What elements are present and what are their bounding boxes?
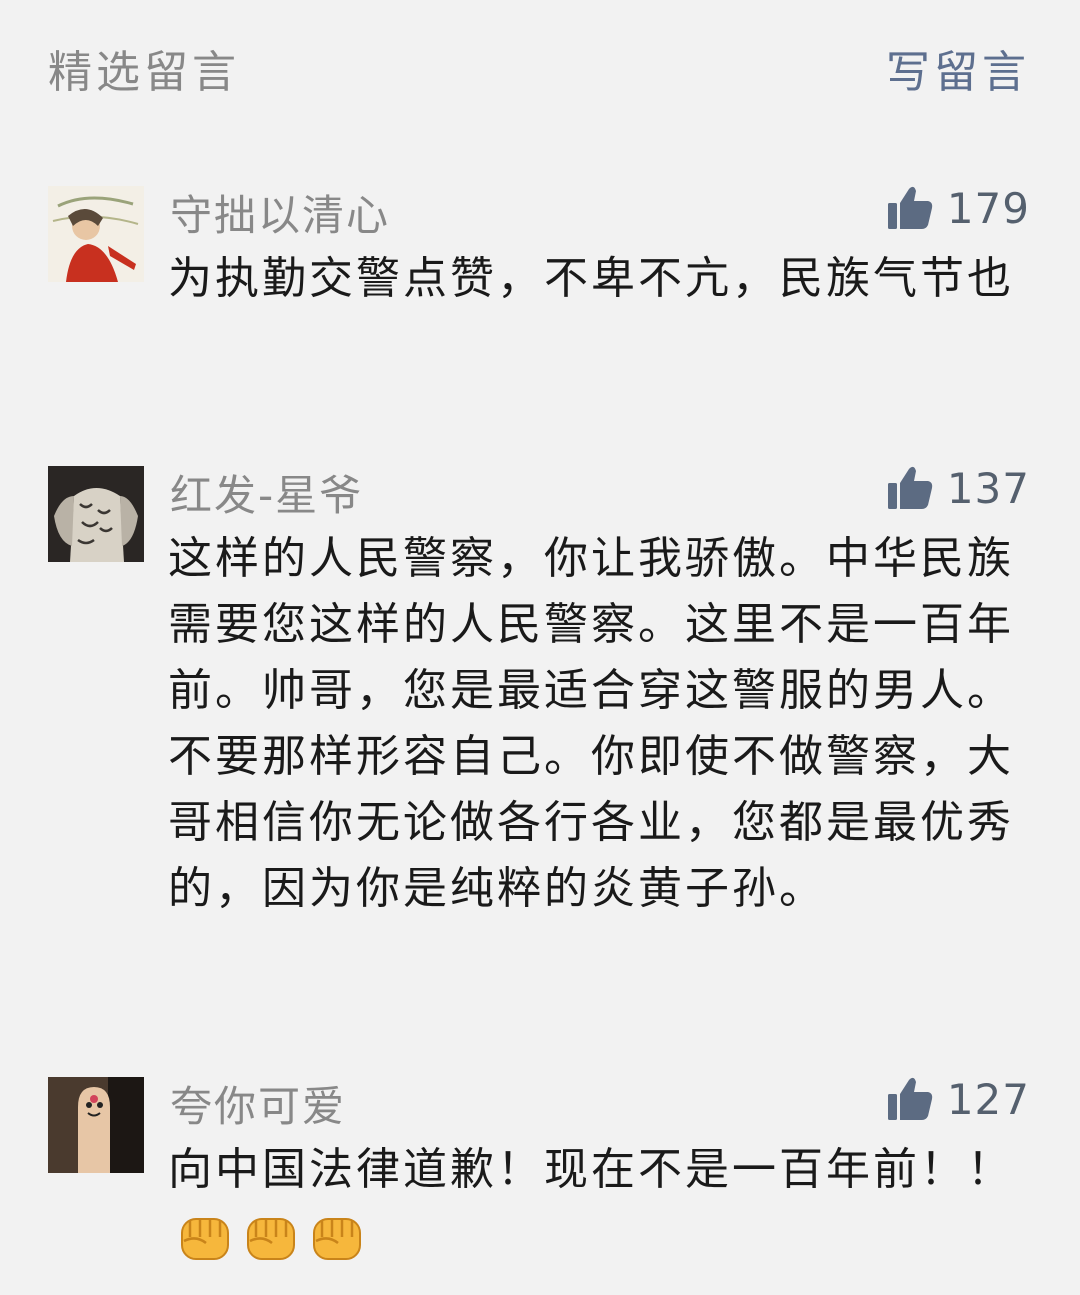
comment-nickname[interactable]: 夸你可爱 [170,1073,346,1134]
comment-content: 为执勤交警点赞，不卑不亢，民族气节也 [168,253,1014,304]
write-comment-button[interactable]: 写留言 [886,36,1030,100]
like-count: 179 [946,183,1030,233]
thumbs-up-icon [885,463,935,513]
like-button[interactable]: 127 [885,1071,1030,1127]
like-count: 137 [946,463,1030,513]
featured-comments-title: 精选留言 [48,47,240,98]
comment-text: 向中国法律道歉！现在不是一百年前！！ [168,1144,1014,1195]
fist-emoji-icon [308,1209,366,1267]
comment-content: 这样的人民警察，你让我骄傲。中华民族需要您这样的人民警察。这里不是一百年前。帅哥… [168,533,1014,914]
fist-emoji-icon [242,1209,300,1267]
comments-header: 精选留言 写留言 [0,0,1080,130]
avatar[interactable] [48,466,144,562]
avatar[interactable] [48,1077,144,1173]
like-button[interactable]: 179 [885,180,1030,236]
comment-nickname[interactable]: 红发-星爷 [170,462,363,523]
fist-emoji-icon [176,1209,234,1267]
thumbs-up-icon [885,183,935,233]
comment-nickname[interactable]: 守拙以清心 [170,182,390,243]
thumbs-up-icon [885,1074,935,1124]
avatar[interactable] [48,186,144,282]
like-count: 127 [946,1074,1030,1124]
comment-content: 向中国法律道歉！现在不是一百年前！！ [168,1137,1018,1269]
like-button[interactable]: 137 [885,460,1030,516]
